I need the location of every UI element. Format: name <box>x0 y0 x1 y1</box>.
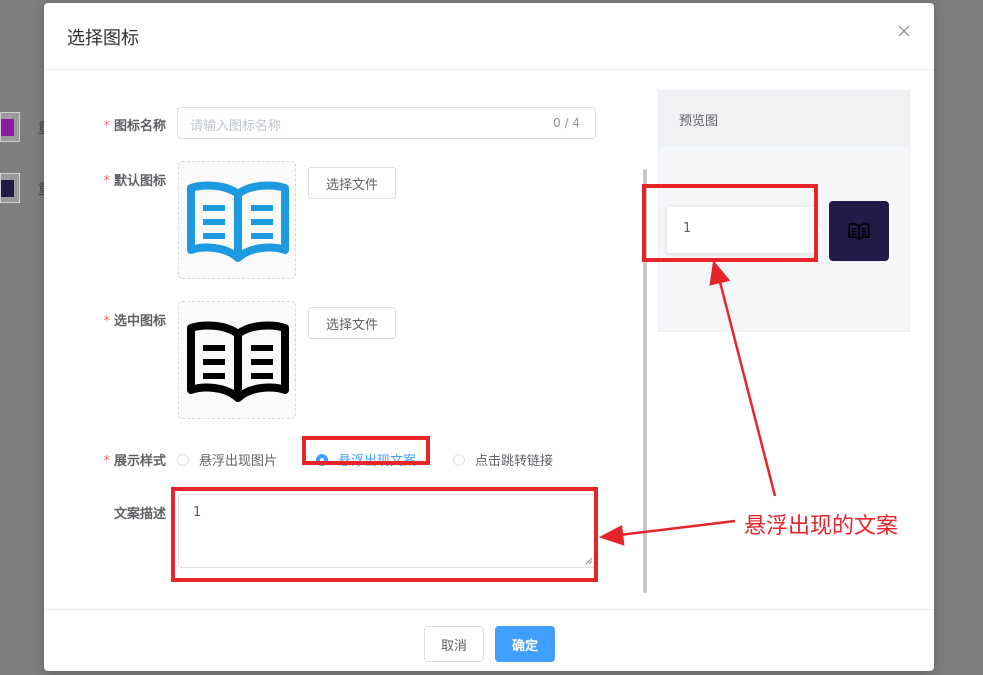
radio-dot <box>453 453 465 466</box>
preview-panel: 预览图 1 <box>658 90 910 332</box>
preview-header: 预览图 <box>659 91 909 146</box>
dialog-title: 选择图标 <box>67 28 139 49</box>
bg-color-swatch-navy <box>0 173 20 203</box>
select-icon-dialog: 选择图标 * 图标名称 请输入图标名称 0 / 4 * 默认图标 选择文件 * 选中图… <box>44 3 934 671</box>
radio-click-link[interactable]: 点击跳转链接 <box>453 450 553 469</box>
required-mark: * <box>103 314 110 329</box>
radio-label: 悬浮出现文案 <box>338 454 417 469</box>
required-mark: * <box>103 454 110 469</box>
close-icon[interactable] <box>896 23 912 39</box>
selected-icon-upload[interactable] <box>178 301 296 419</box>
preview-tooltip: 1 <box>667 207 821 253</box>
preview-icon-tile[interactable] <box>829 201 889 261</box>
preview-title: 预览图 <box>679 114 719 129</box>
annotation-label: 悬浮出现的文案 <box>744 514 899 539</box>
open-book-icon <box>848 223 870 240</box>
description-label: 文案描述 <box>113 507 166 522</box>
open-book-icon <box>187 181 289 262</box>
radio-dot <box>316 453 328 466</box>
dialog-footer: 取消 确定 <box>44 609 934 672</box>
description-value: 1 <box>193 505 202 520</box>
confirm-button[interactable]: 确定 <box>495 626 555 662</box>
cancel-button[interactable]: 取消 <box>424 626 484 662</box>
icon-name-input[interactable]: 请输入图标名称 0 / 4 <box>177 107 596 139</box>
radio-hover-image[interactable]: 悬浮出现图片 <box>177 450 277 469</box>
radio-label: 点击跳转链接 <box>475 454 554 469</box>
icon-name-placeholder: 请输入图标名称 <box>190 119 282 134</box>
bg-color-swatch-purple <box>0 112 20 142</box>
default-icon-upload[interactable] <box>178 161 296 279</box>
default-icon-label: * 默认图标 <box>103 174 166 189</box>
radio-label: 悬浮出现图片 <box>199 454 278 469</box>
dialog-header: 选择图标 <box>44 3 934 70</box>
radio-dot <box>177 453 189 466</box>
form-scrollbar[interactable] <box>643 169 647 593</box>
required-mark: * <box>103 119 110 134</box>
default-icon-choose-file-button[interactable]: 选择文件 <box>308 167 396 199</box>
description-textarea[interactable]: 1 <box>178 494 596 568</box>
open-book-icon <box>187 321 289 402</box>
resize-grip-icon[interactable] <box>585 557 593 565</box>
selected-icon-choose-file-button[interactable]: 选择文件 <box>308 307 396 339</box>
name-label: * 图标名称 <box>103 119 166 134</box>
preview-tooltip-text: 1 <box>683 221 692 236</box>
radio-hover-text[interactable]: 悬浮出现文案 <box>316 450 416 469</box>
display-style-label: * 展示样式 <box>103 454 166 469</box>
selected-icon-label: * 选中图标 <box>103 314 166 329</box>
char-counter: 0 / 4 <box>553 116 580 130</box>
required-mark: * <box>103 174 110 189</box>
